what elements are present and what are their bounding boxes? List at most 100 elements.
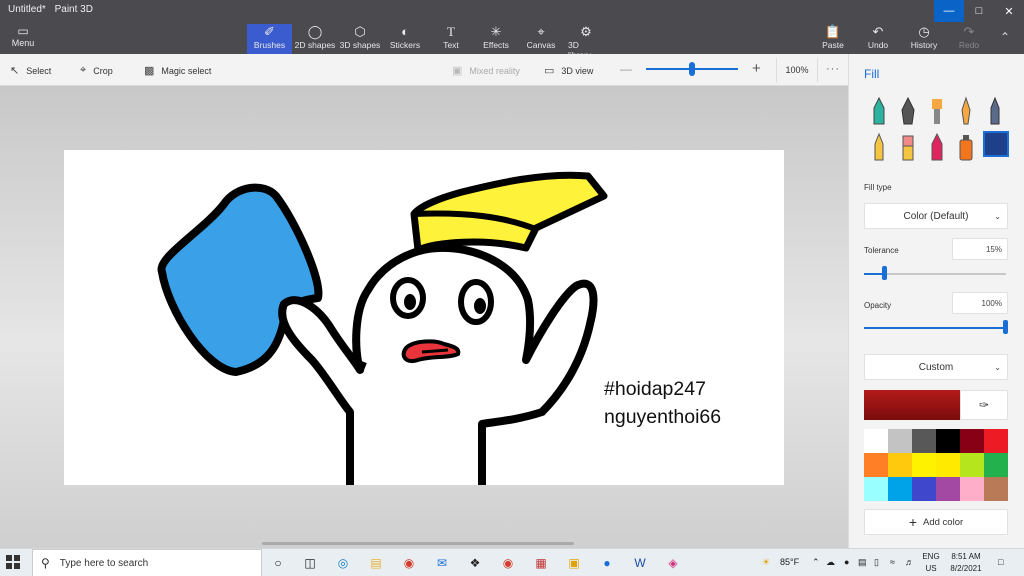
- app-name: Paint 3D: [54, 4, 93, 15]
- minimize-button[interactable]: —: [934, 0, 964, 22]
- menu-button[interactable]: ▭ Menu: [6, 24, 40, 48]
- redo-button[interactable]: ↷ Redo: [956, 24, 982, 54]
- tab-label: Brushes: [253, 40, 286, 50]
- palette-swatch[interactable]: [936, 453, 960, 477]
- palette-swatch[interactable]: [960, 429, 984, 453]
- palette-swatch[interactable]: [864, 429, 888, 453]
- palette-swatch[interactable]: [960, 477, 984, 501]
- horizontal-scrollbar[interactable]: [262, 542, 574, 545]
- zoom-out-button[interactable]: —: [620, 62, 632, 76]
- color-mode-value: Custom: [918, 361, 954, 373]
- color-mode-dropdown[interactable]: Custom ⌄: [864, 354, 1008, 380]
- palette-swatch[interactable]: [888, 477, 912, 501]
- watercolor-brush-icon[interactable]: [956, 96, 976, 126]
- palette-swatch[interactable]: [888, 429, 912, 453]
- close-button[interactable]: ✕: [994, 0, 1024, 22]
- palette-swatch[interactable]: [912, 429, 936, 453]
- select-label: Select: [26, 65, 52, 76]
- body-outline: [278, 243, 598, 485]
- marker-brush-icon[interactable]: [869, 96, 889, 126]
- wifi-icon[interactable]: ≈: [890, 557, 895, 567]
- palette-swatch[interactable]: [864, 477, 888, 501]
- onedrive-icon[interactable]: ☁: [826, 557, 835, 568]
- app-red-icon[interactable]: ◉: [498, 553, 518, 573]
- windows-start-icon[interactable]: [6, 555, 20, 569]
- eyedropper-button[interactable]: ✑: [960, 390, 1008, 420]
- file-explorer-icon[interactable]: ▤: [366, 553, 386, 573]
- edge-icon[interactable]: ◎: [333, 553, 353, 573]
- pixel-pen-icon[interactable]: [985, 96, 1005, 126]
- tab-3d-shapes[interactable]: ⬡ 3D shapes: [339, 24, 381, 54]
- network-icon[interactable]: ▤: [858, 557, 867, 568]
- palette-swatch[interactable]: [936, 429, 960, 453]
- tab-label: Canvas: [526, 40, 556, 50]
- selected-color-swatch[interactable]: [864, 390, 960, 420]
- opacity-input[interactable]: 100%: [952, 292, 1008, 314]
- oil-brush-icon[interactable]: [927, 96, 947, 126]
- tolerance-input[interactable]: 15%: [952, 238, 1008, 260]
- add-color-button[interactable]: + Add color: [864, 509, 1008, 535]
- palette-swatch[interactable]: [984, 429, 1008, 453]
- tab-3d-library[interactable]: ⚙ 3D library: [568, 24, 604, 60]
- zoom-app-icon[interactable]: ●: [597, 553, 617, 573]
- notification-icon[interactable]: □: [998, 557, 1003, 567]
- spray-can-icon[interactable]: [956, 132, 976, 162]
- magic-select-button[interactable]: ▩ Magic select: [144, 64, 211, 77]
- battery-icon[interactable]: ▯: [874, 557, 879, 568]
- palette-swatch[interactable]: [912, 477, 936, 501]
- microphone-icon[interactable]: ●: [844, 557, 849, 567]
- zoom-slider-thumb[interactable]: [689, 62, 695, 76]
- collapse-ribbon-chevron-icon[interactable]: ⌃: [1000, 30, 1010, 44]
- tab-canvas[interactable]: ⌖ Canvas: [526, 24, 556, 54]
- crayon-icon[interactable]: [927, 132, 947, 162]
- dropbox-icon[interactable]: ❖: [465, 553, 485, 573]
- crop-button[interactable]: ⌖ Crop: [80, 64, 113, 77]
- calculator-icon[interactable]: ▦: [531, 553, 551, 573]
- zoom-value: 100%: [776, 58, 818, 82]
- tab-brushes[interactable]: ✐ Brushes: [247, 24, 292, 54]
- clock[interactable]: 8:51 AM 8/2/2021: [948, 551, 984, 575]
- tray-chevron-icon[interactable]: ⌃: [812, 557, 820, 568]
- mail-icon[interactable]: ✉: [432, 553, 452, 573]
- palette-swatch[interactable]: [864, 453, 888, 477]
- eraser-icon[interactable]: [898, 132, 918, 162]
- weather-temp[interactable]: 85°F: [780, 557, 799, 567]
- maximize-button[interactable]: □: [964, 0, 994, 22]
- taskbar-search-box[interactable]: ⚲ Type here to search: [32, 549, 262, 576]
- palette-swatch[interactable]: [984, 477, 1008, 501]
- crop-label: Crop: [93, 65, 113, 76]
- paint-3d-taskbar-icon[interactable]: ◈: [663, 553, 683, 573]
- tab-effects[interactable]: ✳ Effects: [482, 24, 510, 54]
- language-indicator[interactable]: ENG US: [920, 551, 942, 575]
- palette-swatch[interactable]: [888, 453, 912, 477]
- palette-swatch[interactable]: [936, 477, 960, 501]
- fill-tool-icon[interactable]: [983, 131, 1009, 157]
- fill-type-dropdown[interactable]: Color (Default) ⌄: [864, 203, 1008, 229]
- zoom-in-button[interactable]: +: [752, 60, 761, 77]
- more-options-icon[interactable]: ···: [826, 63, 840, 75]
- lock-app-icon[interactable]: ▣: [564, 553, 584, 573]
- tab-2d-shapes[interactable]: ◯ 2D shapes: [294, 24, 336, 54]
- calligraphy-pen-icon[interactable]: [898, 96, 918, 126]
- drawing-canvas[interactable]: #hoidap247 nguyenthoi66: [64, 150, 784, 485]
- chrome-icon[interactable]: ◉: [399, 553, 419, 573]
- mixed-reality-button[interactable]: ▣ Mixed reality: [452, 64, 520, 77]
- tab-text[interactable]: T Text: [438, 24, 464, 54]
- 3d-view-button[interactable]: ▭ 3D view: [544, 64, 593, 77]
- pencil-icon[interactable]: [869, 132, 889, 162]
- tolerance-slider-thumb[interactable]: [882, 266, 888, 280]
- palette-swatch[interactable]: [960, 453, 984, 477]
- undo-button[interactable]: ↶ Undo: [866, 24, 890, 54]
- 3d-library-icon: ⚙: [580, 24, 592, 39]
- palette-swatch[interactable]: [912, 453, 936, 477]
- word-icon[interactable]: W: [630, 553, 650, 573]
- opacity-slider-thumb[interactable]: [1003, 320, 1008, 334]
- tab-stickers[interactable]: ◐ Stickers: [388, 24, 422, 54]
- volume-icon[interactable]: ♬: [905, 557, 914, 567]
- task-view-icon[interactable]: ◫: [300, 553, 320, 573]
- history-button[interactable]: ◷ History: [908, 24, 940, 54]
- palette-swatch[interactable]: [984, 453, 1008, 477]
- cortana-icon[interactable]: ○: [268, 553, 288, 573]
- paste-button[interactable]: 📋 Paste: [820, 24, 846, 54]
- select-button[interactable]: ↖ Select: [10, 64, 51, 77]
